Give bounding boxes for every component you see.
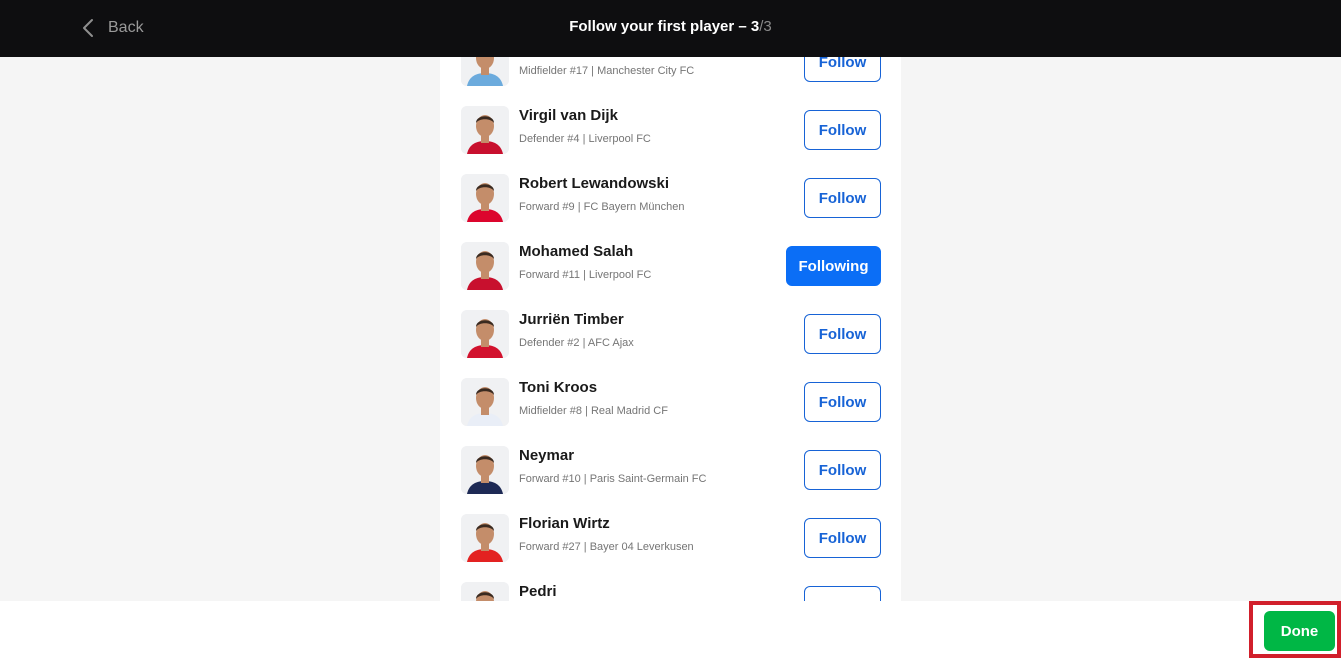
player-details: Forward #10 | Paris Saint-Germain FC [519, 473, 707, 485]
player-details: Forward #9 | FC Bayern München [519, 201, 685, 213]
player-avatar [461, 446, 509, 494]
player-details: Defender #4 | Liverpool FC [519, 133, 651, 145]
player-avatar [461, 57, 509, 86]
player-details: Defender #2 | AFC Ajax [519, 337, 634, 349]
player-row: Virgil van Dijk Defender #4 | Liverpool F… [440, 94, 901, 162]
footer-bar [0, 601, 1341, 658]
player-avatar [461, 582, 509, 601]
player-row: Neymar Forward #10 | Paris Saint-Germain … [440, 434, 901, 502]
player-details: Midfielder #17 | Manchester City FC [519, 65, 695, 77]
player-name: Jurriën Timber [519, 311, 624, 328]
follow-button[interactable]: Follow [804, 178, 881, 218]
step-total: /3 [759, 18, 772, 35]
player-row: Kevin De BruyneMidfielder #17 | Manchest… [440, 57, 901, 94]
player-avatar [461, 378, 509, 426]
done-button[interactable]: Done [1264, 611, 1335, 651]
player-name: Neymar [519, 447, 575, 464]
follow-button[interactable]: Follow [804, 314, 881, 354]
player-row: Jurriën Timber Defender #2 | AFC Ajax Foll… [440, 298, 901, 366]
player-name: Virgil van Dijk [519, 107, 618, 124]
player-list: Kevin De BruyneMidfielder #17 | Manchest… [440, 57, 901, 601]
player-name: Florian Wirtz [519, 515, 610, 532]
step-current: 3 [750, 18, 760, 35]
title-text: Follow your first player – [569, 18, 751, 35]
player-row: Pedri [440, 570, 901, 601]
following-button[interactable]: Following [786, 246, 881, 286]
player-avatar [461, 514, 509, 562]
player-row: Florian Wirtz Forward #27 | Bayer 04 Leve… [440, 502, 901, 570]
player-row: Toni Kroos Midfielder #8 | Real Madrid CF… [440, 366, 901, 434]
player-details: Midfielder #8 | Real Madrid CF [519, 405, 668, 417]
player-name: Mohamed Salah [519, 243, 634, 260]
top-bar: Back Follow your first player – 3/3 [0, 0, 1341, 57]
follow-button[interactable]: Follow [804, 382, 881, 422]
player-name: Toni Kroos [519, 379, 598, 396]
player-row: Mohamed Salah Forward #11 | Liverpool FC F… [440, 230, 901, 298]
player-avatar [461, 106, 509, 154]
player-list-panel[interactable]: Kevin De BruyneMidfielder #17 | Manchest… [440, 57, 901, 601]
player-name: Robert Lewandowski [519, 175, 670, 192]
player-avatar [461, 310, 509, 358]
page-title: Follow your first player – 3/3 [0, 18, 1341, 35]
player-avatar [461, 174, 509, 222]
player-details: Forward #11 | Liverpool FC [519, 269, 652, 281]
follow-button[interactable]: Follow [804, 57, 881, 82]
follow-button[interactable] [804, 586, 881, 601]
follow-button[interactable]: Follow [804, 110, 881, 150]
follow-button[interactable]: Follow [804, 450, 881, 490]
player-name: Pedri [519, 583, 557, 600]
player-avatar [461, 242, 509, 290]
follow-button[interactable]: Follow [804, 518, 881, 558]
player-row: Robert Lewandowski Forward #9 | FC Bayern… [440, 162, 901, 230]
player-details: Forward #27 | Bayer 04 Leverkusen [519, 541, 694, 553]
